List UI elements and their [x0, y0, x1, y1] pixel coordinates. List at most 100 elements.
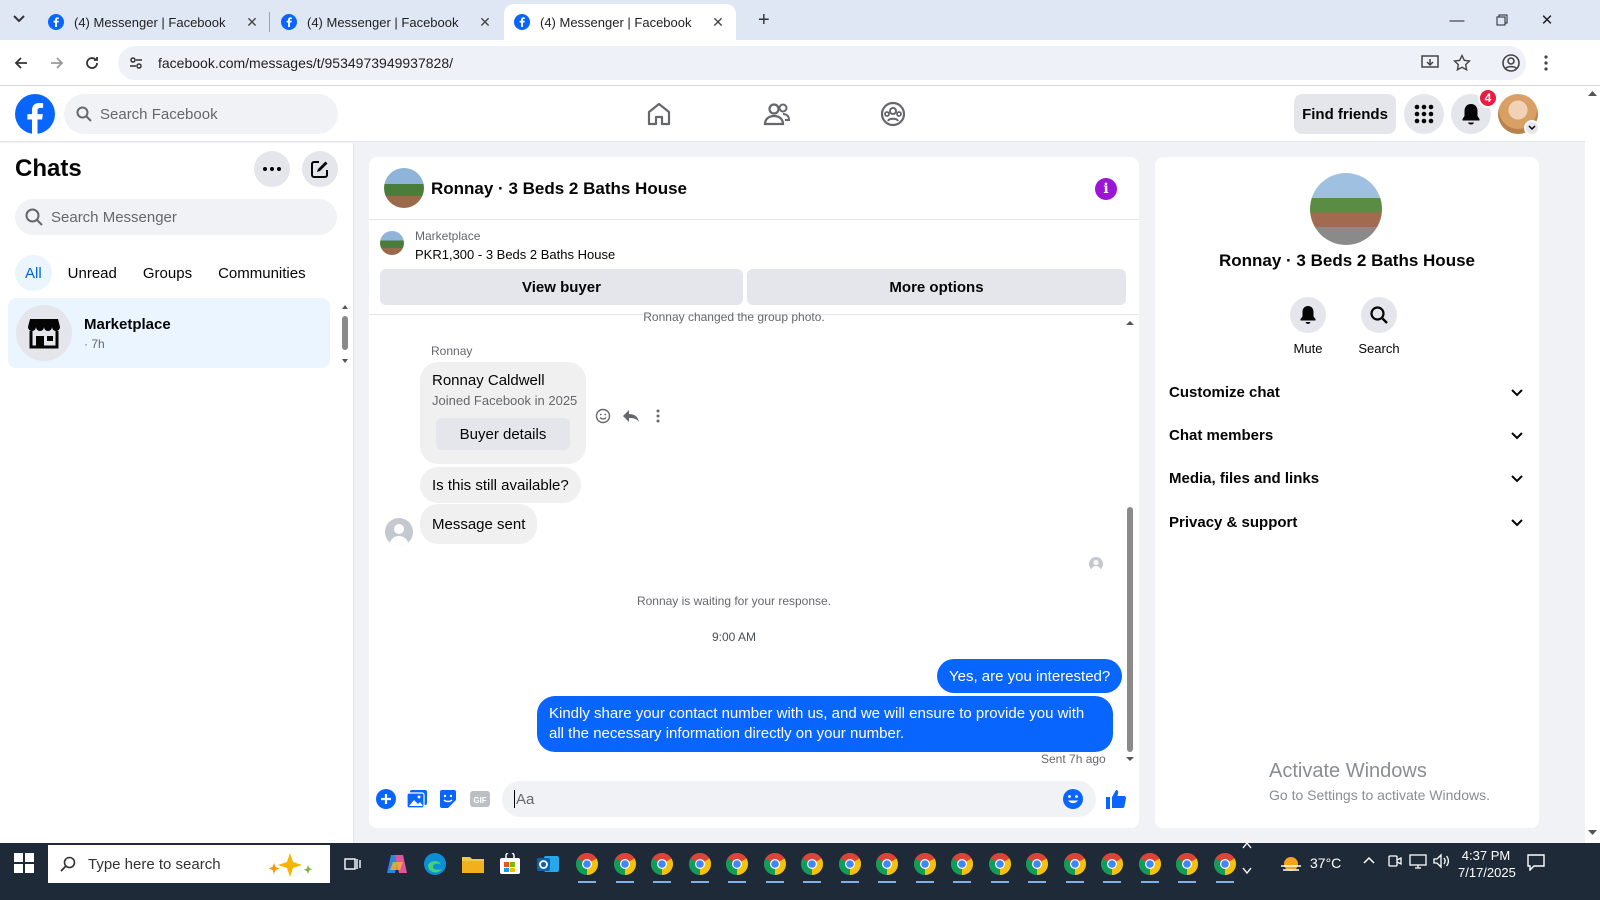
emoji-icon[interactable] [1062, 788, 1084, 810]
site-info-icon[interactable] [128, 55, 144, 71]
incoming-message[interactable]: Is this still available? [420, 467, 581, 503]
close-window-icon[interactable]: ✕ [1535, 8, 1559, 32]
friends-icon[interactable] [761, 98, 793, 130]
outgoing-message[interactable]: Kindly share your contact number with us… [537, 696, 1113, 752]
message-more-icon[interactable] [648, 406, 668, 426]
chrome-window-icon[interactable] [1137, 851, 1163, 883]
chevron-down-icon[interactable] [1524, 120, 1540, 136]
more-options-button[interactable]: More options [747, 269, 1126, 305]
install-app-icon[interactable] [1420, 53, 1440, 73]
tab-close-icon[interactable]: ✕ [477, 14, 493, 30]
message-input[interactable]: Aa [502, 781, 1096, 817]
chrome-window-icon[interactable] [1024, 851, 1050, 883]
buyer-details-button[interactable]: Buyer details [436, 418, 570, 450]
chrome-window-icon[interactable] [612, 851, 638, 883]
chrome-window-icon[interactable] [1062, 851, 1088, 883]
listing-thumbnail[interactable] [380, 231, 404, 255]
reply-arrow-icon[interactable] [621, 406, 641, 426]
media-files-links-section[interactable]: Media, files and links [1169, 458, 1525, 498]
sender-avatar-icon[interactable] [385, 518, 413, 546]
add-plus-icon[interactable] [374, 787, 398, 811]
taskbar-scroll-arrows-icon[interactable] [1240, 841, 1254, 875]
find-friends-button[interactable]: Find friends [1294, 94, 1396, 134]
filter-unread[interactable]: Unread [58, 255, 127, 291]
chrome-window-icon[interactable] [949, 851, 975, 883]
groups-icon[interactable] [877, 98, 909, 130]
weather-temperature[interactable]: 37°C [1310, 855, 1341, 871]
file-explorer-icon[interactable] [460, 851, 486, 877]
filter-communities[interactable]: Communities [208, 255, 316, 291]
chrome-window-icon[interactable] [1174, 851, 1200, 883]
chrome-window-icon[interactable] [762, 851, 788, 883]
back-arrow-icon[interactable] [10, 52, 32, 74]
search-action[interactable]: Search [1349, 297, 1409, 356]
conversation-scrollbar[interactable] [1124, 317, 1136, 773]
browser-menu-icon[interactable] [1536, 53, 1556, 73]
bookmark-star-icon[interactable] [1452, 53, 1472, 73]
view-buyer-button[interactable]: View buyer [380, 269, 743, 305]
tab-close-icon[interactable]: ✕ [710, 14, 726, 30]
chrome-window-icon[interactable] [799, 851, 825, 883]
volume-icon[interactable] [1432, 853, 1450, 869]
sidebar-scrollbar[interactable] [340, 303, 350, 363]
taskbar-search-input[interactable]: Type here to search [48, 845, 330, 883]
facebook-logo-icon[interactable] [15, 94, 55, 134]
windows-start-icon[interactable] [14, 853, 34, 873]
notification-center-icon[interactable] [1527, 853, 1545, 871]
task-view-icon[interactable] [340, 851, 366, 877]
chrome-window-icon[interactable] [649, 851, 675, 883]
like-thumbs-up-icon[interactable] [1104, 787, 1128, 811]
profile-icon[interactable] [1501, 53, 1521, 73]
conversation-title[interactable]: Ronnay · 3 Beds 2 Baths House [431, 179, 687, 199]
chrome-window-icon[interactable] [1212, 851, 1238, 883]
facebook-search-input[interactable]: Search Facebook [64, 94, 338, 134]
minimize-icon[interactable]: — [1445, 8, 1469, 32]
chrome-window-icon[interactable] [687, 851, 713, 883]
chat-options-ellipsis-icon[interactable] [254, 151, 290, 187]
chat-list-item-marketplace[interactable]: Marketplace · 7h [8, 298, 330, 368]
url-bar[interactable]: facebook.com/messages/t/9534973949937828… [118, 46, 1526, 80]
react-smiley-icon[interactable] [593, 406, 613, 426]
new-tab-plus-icon[interactable]: + [758, 10, 770, 30]
chrome-window-icon[interactable] [837, 851, 863, 883]
customize-chat-section[interactable]: Customize chat [1169, 372, 1525, 412]
edge-browser-icon[interactable] [422, 851, 448, 877]
chrome-window-icon[interactable] [912, 851, 938, 883]
listing-title[interactable]: PKR1,300 - 3 Beds 2 Baths House [415, 247, 615, 262]
home-icon[interactable] [643, 98, 675, 130]
filter-groups[interactable]: Groups [133, 255, 202, 291]
browser-tab-2[interactable]: (4) Messenger | Facebook ✕ [271, 4, 503, 40]
restore-icon[interactable] [1490, 8, 1514, 32]
browser-tab-3-active[interactable]: (4) Messenger | Facebook ✕ [504, 4, 736, 40]
conversation-avatar[interactable] [384, 168, 424, 208]
menu-grid-icon[interactable] [1404, 94, 1444, 134]
tab-close-icon[interactable]: ✕ [244, 14, 260, 30]
chrome-window-icon[interactable] [1099, 851, 1125, 883]
chrome-window-icon[interactable] [724, 851, 750, 883]
messenger-search-input[interactable]: Search Messenger [15, 199, 337, 235]
tab-search-chevron-icon[interactable] [8, 8, 30, 30]
chat-members-section[interactable]: Chat members [1169, 415, 1525, 455]
filter-all[interactable]: All [15, 255, 52, 291]
conversation-photo[interactable] [1310, 173, 1382, 245]
mute-action[interactable]: Mute [1278, 297, 1338, 356]
reload-icon[interactable] [81, 52, 103, 74]
show-hidden-icons-chevron-icon[interactable] [1362, 855, 1376, 865]
conversation-info-icon[interactable]: i [1095, 178, 1117, 200]
copilot-app-icon[interactable] [384, 851, 410, 877]
new-message-compose-icon[interactable] [302, 151, 338, 187]
browser-tab-1[interactable]: (4) Messenger | Facebook ✕ [38, 4, 270, 40]
forward-arrow-icon[interactable] [46, 52, 68, 74]
privacy-support-section[interactable]: Privacy & support [1169, 502, 1525, 542]
chrome-window-icon[interactable] [987, 851, 1013, 883]
network-icon[interactable] [1409, 853, 1427, 869]
chrome-window-icon[interactable] [574, 851, 600, 883]
microsoft-store-icon[interactable] [497, 851, 523, 877]
chrome-window-icon[interactable] [874, 851, 900, 883]
incoming-message[interactable]: Message sent [420, 504, 538, 544]
sticker-icon[interactable] [436, 787, 460, 811]
system-clock[interactable]: 4:37 PM 7/17/2025 [1458, 847, 1516, 881]
outgoing-message[interactable]: Yes, are you interested? [937, 659, 1123, 693]
outlook-icon[interactable] [535, 851, 561, 877]
meet-now-icon[interactable] [1387, 853, 1403, 869]
